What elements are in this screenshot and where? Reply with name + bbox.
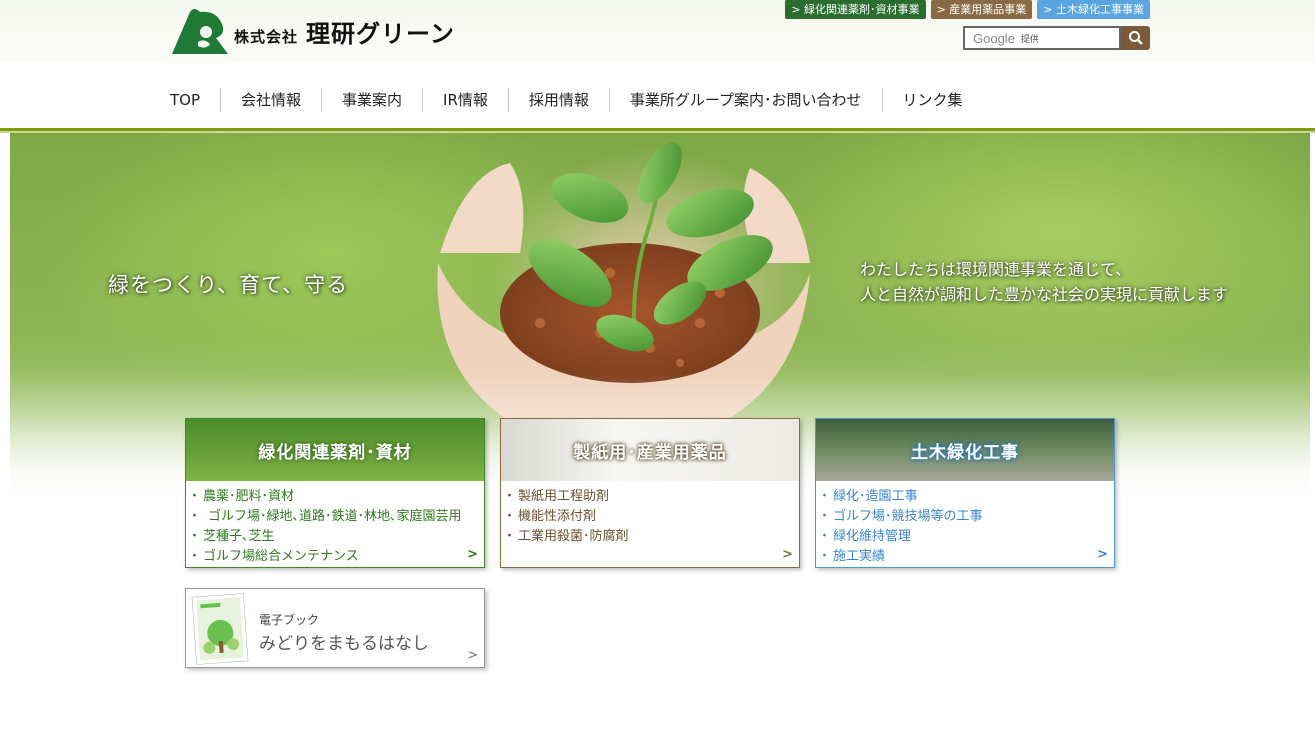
book-cover-icon	[191, 593, 249, 665]
chevron-right-icon[interactable]: >	[467, 547, 478, 562]
site-header: 株式会社 理研グリーン > 緑化関連薬剤･資材事業 > 産業用薬品事業 > 土木…	[0, 0, 1315, 62]
list-item[interactable]: 製紙用工程助剤	[503, 487, 799, 507]
list-item[interactable]: ゴルフ場総合メンテナンス	[188, 547, 484, 567]
logo-name-text: 理研グリーン	[306, 19, 455, 48]
nav-ir[interactable]: IR情報	[423, 88, 509, 112]
logo-mark-icon	[172, 9, 228, 54]
nav-offices-contact[interactable]: 事業所グループ案内･お問い合わせ	[610, 88, 883, 112]
hero-mission-line-2: 人と自然が調和した豊かな社会の実現に貢献します	[860, 285, 1229, 304]
nav-top[interactable]: TOP	[150, 88, 222, 112]
card-greening-materials[interactable]: 緑化関連薬剤･資材 農薬･肥料･資材 ゴルフ場･緑地､道路･鉄道･林地､家庭園芸…	[185, 418, 485, 568]
quick-link-civil-engineering[interactable]: > 土木緑化工事事業	[1037, 0, 1150, 19]
site-search: Google 提供	[963, 26, 1150, 50]
list-item[interactable]: 芝種子､芝生	[188, 527, 484, 547]
nav-recruit[interactable]: 採用情報	[509, 88, 610, 112]
card-title: 製紙用･産業用薬品	[501, 419, 799, 481]
hero-mission-line-1: わたしたちは環境関連事業を通じて、	[860, 260, 1132, 279]
card-item-list: 緑化･造園工事 ゴルフ場･競技場等の工事 緑化維持管理 施工実績	[816, 481, 1114, 567]
ebook-title: みどりをまもるはなし	[259, 634, 429, 654]
card-title: 緑化関連薬剤･資材	[186, 419, 484, 481]
hero-slogan: 緑をつくり、育て、守る	[108, 273, 349, 297]
quick-link-greening[interactable]: > 緑化関連薬剤･資材事業	[785, 0, 926, 19]
ebook-label: 電子ブック	[259, 613, 320, 627]
chevron-right-icon[interactable]: >	[467, 648, 478, 663]
nav-business[interactable]: 事業案内	[322, 88, 424, 112]
card-title: 土木緑化工事	[816, 419, 1114, 481]
main-nav: TOP 会社情報 事業案内 IR情報 採用情報 事業所グループ案内･お問い合わせ…	[0, 62, 1315, 130]
list-item[interactable]: ゴルフ場･緑地､道路･鉄道･林地､家庭園芸用	[188, 507, 484, 527]
list-item[interactable]: ゴルフ場･競技場等の工事	[818, 507, 1114, 527]
hero-mission: わたしたちは環境関連事業を通じて、 人と自然が調和した豊かな社会の実現に貢献しま…	[860, 257, 1228, 307]
card-industrial-chemicals[interactable]: 製紙用･産業用薬品 製紙用工程助剤 機能性添付剤 工業用殺菌･防腐剤 >	[500, 418, 800, 568]
list-item[interactable]: 機能性添付剤	[503, 507, 799, 527]
card-item-list: 農薬･肥料･資材 ゴルフ場･緑地､道路･鉄道･林地､家庭園芸用 芝種子､芝生 ゴ…	[186, 481, 484, 567]
list-item[interactable]: 工業用殺菌･防腐剤	[503, 527, 799, 547]
search-brand: Google	[973, 30, 1015, 46]
search-provided-label: 提供	[1020, 34, 1039, 45]
list-item[interactable]: 緑化維持管理	[818, 527, 1114, 547]
nav-links[interactable]: リンク集	[883, 88, 983, 112]
search-input[interactable]: Google 提供	[963, 26, 1121, 50]
company-logo[interactable]: 株式会社 理研グリーン	[172, 8, 462, 54]
quick-link-industrial[interactable]: > 産業用薬品事業	[930, 0, 1033, 19]
ebook-banner[interactable]: 電子ブック みどりをまもるはなし >	[185, 588, 485, 668]
list-item[interactable]: 緑化･造園工事	[818, 487, 1114, 507]
logo-corp-text: 株式会社	[234, 27, 299, 46]
card-civil-greening[interactable]: 土木緑化工事 緑化･造園工事 ゴルフ場･競技場等の工事 緑化維持管理 施工実績 …	[815, 418, 1115, 568]
chevron-right-icon[interactable]: >	[1097, 547, 1108, 562]
search-button[interactable]	[1121, 26, 1150, 50]
search-icon	[1128, 31, 1143, 45]
quick-links: > 緑化関連薬剤･資材事業 > 産業用薬品事業 > 土木緑化工事事業	[785, 0, 1150, 19]
list-item[interactable]: 施工実績	[818, 547, 1114, 567]
list-item[interactable]: 農薬･肥料･資材	[188, 487, 484, 507]
nav-company[interactable]: 会社情報	[221, 88, 323, 112]
card-item-list: 製紙用工程助剤 機能性添付剤 工業用殺菌･防腐剤	[501, 481, 799, 547]
page: 株式会社 理研グリーン > 緑化関連薬剤･資材事業 > 産業用薬品事業 > 土木…	[0, 0, 1315, 736]
chevron-right-icon[interactable]: >	[782, 547, 793, 562]
